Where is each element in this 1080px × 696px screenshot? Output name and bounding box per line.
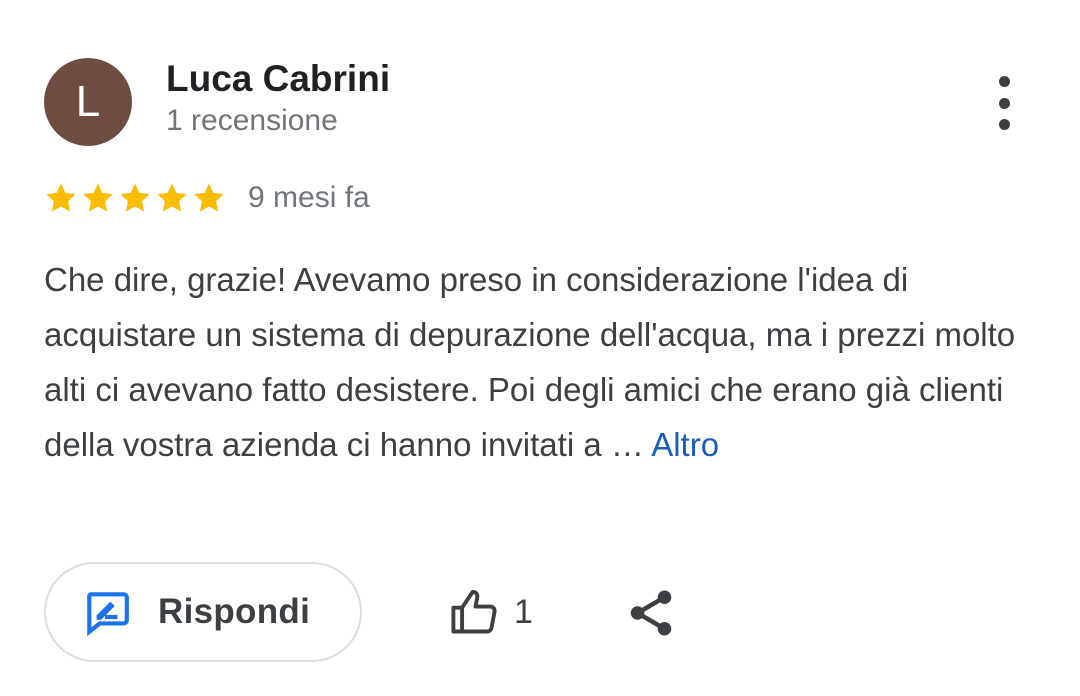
review-time: 9 mesi fa [248, 181, 370, 214]
review-text: Che dire, grazie! Avevamo preso in consi… [44, 252, 1054, 472]
more-options-button[interactable] [986, 76, 1022, 130]
star-icon [194, 183, 224, 212]
star-icon [83, 183, 113, 212]
star-icon [120, 183, 150, 212]
more-vert-icon-dot [998, 119, 1010, 130]
like-count: 1 [514, 592, 533, 631]
reply-button[interactable]: Rispondi [44, 562, 362, 662]
reviewer-name[interactable]: Luca Cabrini [166, 58, 390, 100]
more-vert-icon-dot [998, 76, 1010, 87]
avatar-initial: L [75, 77, 101, 126]
review-body: Che dire, grazie! Avevamo preso in consi… [44, 261, 1016, 463]
star-icon [46, 183, 76, 212]
star-icon [157, 183, 187, 212]
review-count: 1 recensione [166, 104, 338, 137]
avatar[interactable]: L [44, 58, 132, 146]
more-link[interactable]: Altro [651, 426, 719, 463]
more-vert-icon-dot [998, 97, 1010, 109]
share-button[interactable] [624, 586, 678, 640]
thumb-up-icon [451, 590, 497, 634]
reply-label: Rispondi [158, 592, 311, 631]
like-button[interactable]: 1 [448, 584, 533, 640]
rate-review-icon [87, 592, 129, 637]
star-rating [44, 181, 226, 215]
share-icon [630, 590, 672, 636]
rating-row: 9 mesi fa [44, 178, 370, 218]
